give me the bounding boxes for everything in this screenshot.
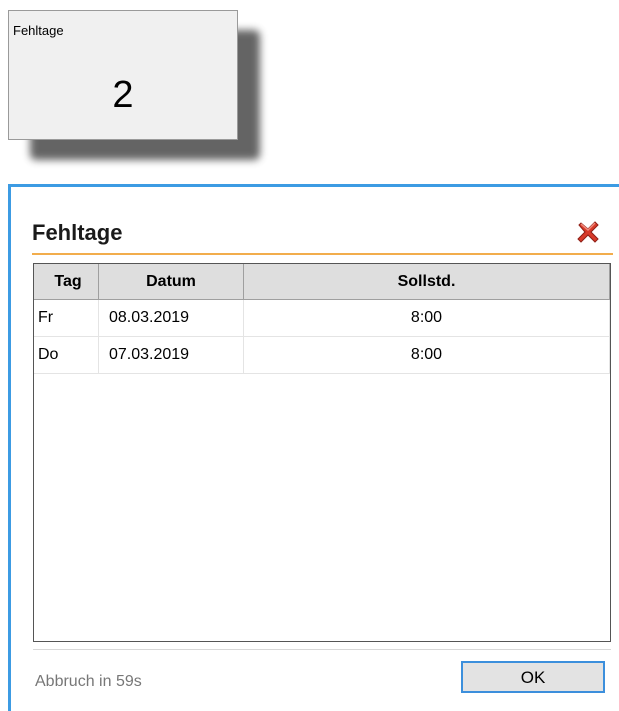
cell-tag: Fr [34, 299, 99, 337]
cell-datum: 07.03.2019 [98, 336, 244, 374]
ok-button[interactable]: OK [461, 661, 605, 693]
dialog-title: Fehltage [32, 220, 123, 245]
cell-tag: Do [34, 336, 99, 374]
tile-title: Fehltage [13, 23, 64, 38]
cell-sollstd: 8:00 [243, 336, 610, 374]
close-x-icon [577, 221, 599, 243]
close-button[interactable] [575, 219, 601, 245]
fehltage-dialog: Fehltage Tag Datum Sollstd. Fr 08.03.201… [8, 184, 619, 711]
table-header-row: Tag Datum Sollstd. [34, 264, 610, 300]
footer-divider [33, 649, 611, 650]
countdown-status: Abbruch in 59s [35, 673, 142, 690]
fehltage-tile[interactable]: Fehltage 2 [8, 10, 238, 140]
table-row[interactable]: Fr 08.03.2019 8:00 [34, 299, 610, 337]
column-header-tag[interactable]: Tag [34, 264, 99, 300]
cell-sollstd: 8:00 [243, 299, 610, 337]
column-header-datum[interactable]: Datum [98, 264, 244, 300]
fehltage-table: Tag Datum Sollstd. Fr 08.03.2019 8:00 Do… [33, 263, 611, 642]
cell-datum: 08.03.2019 [98, 299, 244, 337]
table-row[interactable]: Do 07.03.2019 8:00 [34, 336, 610, 374]
tile-value: 2 [112, 74, 134, 116]
dialog-header: Fehltage [32, 215, 613, 255]
column-header-sollstd[interactable]: Sollstd. [243, 264, 610, 300]
